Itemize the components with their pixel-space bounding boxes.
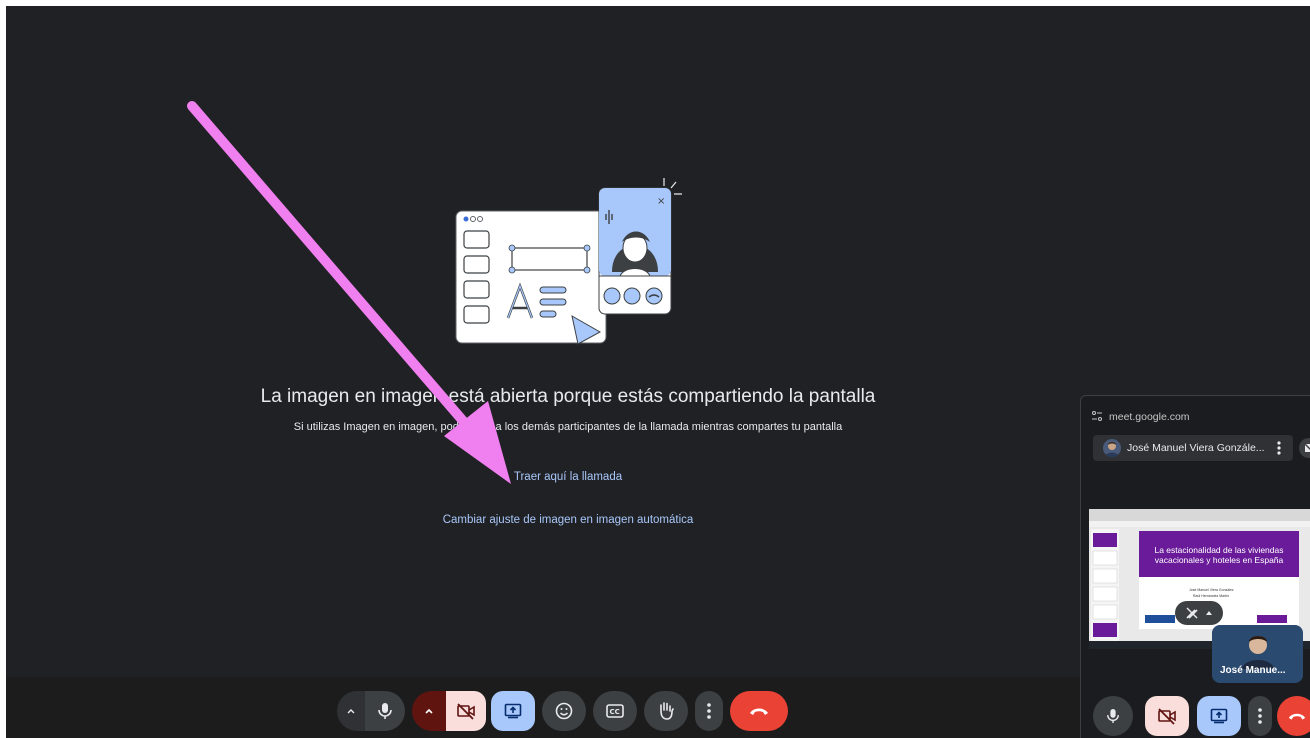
microphone-button[interactable] [365, 691, 405, 731]
raise-hand-button[interactable] [644, 691, 688, 731]
more-options-button[interactable] [695, 691, 723, 731]
chevron-up-icon [425, 708, 433, 714]
pen-off-icon [1186, 607, 1198, 619]
microphone-icon [378, 703, 392, 719]
site-settings-icon [1092, 411, 1102, 421]
captions-button[interactable]: CC [593, 691, 637, 731]
hang-up-icon [750, 708, 768, 715]
video-options-button[interactable] [412, 691, 446, 731]
captions-icon: CC [606, 704, 624, 718]
pip-present-button[interactable] [1197, 696, 1241, 736]
camera-off-button[interactable] [446, 691, 486, 731]
more-vert-icon [707, 703, 711, 719]
present-screen-icon [1210, 708, 1228, 724]
more-vert-icon [1258, 708, 1262, 724]
pin-off-icon [1303, 442, 1310, 452]
svg-text:José Manuel Viera González: José Manuel Viera González [1189, 588, 1234, 592]
pip-microphone-button[interactable] [1093, 696, 1133, 736]
svg-text:Raúl Hernández Martín: Raúl Hernández Martín [1193, 594, 1229, 598]
pip-open-title: La imagen en imagen está abierta porque … [260, 386, 876, 407]
unpin-button[interactable] [1299, 438, 1310, 458]
pip-window[interactable]: meet.google.com José Manuel Viera Gonzál… [1080, 395, 1310, 738]
present-screen-icon [504, 703, 522, 719]
pip-open-description: Si utilizas Imagen en imagen, podrás ver… [293, 421, 843, 433]
camera-off-icon [1158, 708, 1176, 725]
pinned-participant-name: José Manuel Viera Gonzále... [1127, 442, 1265, 454]
reactions-button[interactable] [542, 691, 586, 731]
svg-text:CC: CC [610, 708, 620, 716]
more-vert-icon[interactable] [1273, 440, 1285, 456]
pip-leave-call-button[interactable] [1277, 696, 1310, 736]
pip-url: meet.google.com [1109, 411, 1190, 423]
auto-pip-setting-link[interactable]: Cambiar ajuste de imagen en imagen autom… [6, 514, 1130, 526]
picture-in-picture-illustration: × [455, 178, 682, 345]
call-controls-bar: CC [6, 677, 1080, 738]
camera-off-icon [457, 703, 475, 720]
hang-up-icon [1288, 713, 1306, 720]
slide-title: La estacionalidad de las viviendas vacac… [1154, 545, 1284, 565]
avatar [1103, 439, 1121, 457]
emoji-icon [555, 702, 573, 720]
bring-call-here-link[interactable]: Traer aquí la llamada [6, 471, 1130, 483]
pinned-participant[interactable]: José Manuel Viera Gonzále... [1093, 435, 1293, 461]
present-screen-button[interactable] [491, 691, 535, 731]
svg-text:×: × [657, 196, 665, 207]
pip-more-options-button[interactable] [1248, 696, 1272, 736]
pip-camera-off-button[interactable] [1145, 696, 1189, 736]
meet-stage: × La imagen en imagen está abierta porqu… [6, 6, 1310, 738]
slide-overlay-control[interactable] [1175, 601, 1223, 625]
pip-controls-bar [1081, 692, 1310, 738]
chevron-up-icon [347, 709, 355, 714]
audio-options-button[interactable] [337, 691, 365, 731]
self-tile-name: José Manue... [1220, 665, 1286, 676]
leave-call-button[interactable] [730, 691, 788, 731]
microphone-icon [1107, 709, 1119, 723]
self-video-tile[interactable]: José Manue... [1212, 625, 1303, 683]
chevron-up-icon [1206, 611, 1212, 615]
raise-hand-icon [660, 702, 674, 720]
